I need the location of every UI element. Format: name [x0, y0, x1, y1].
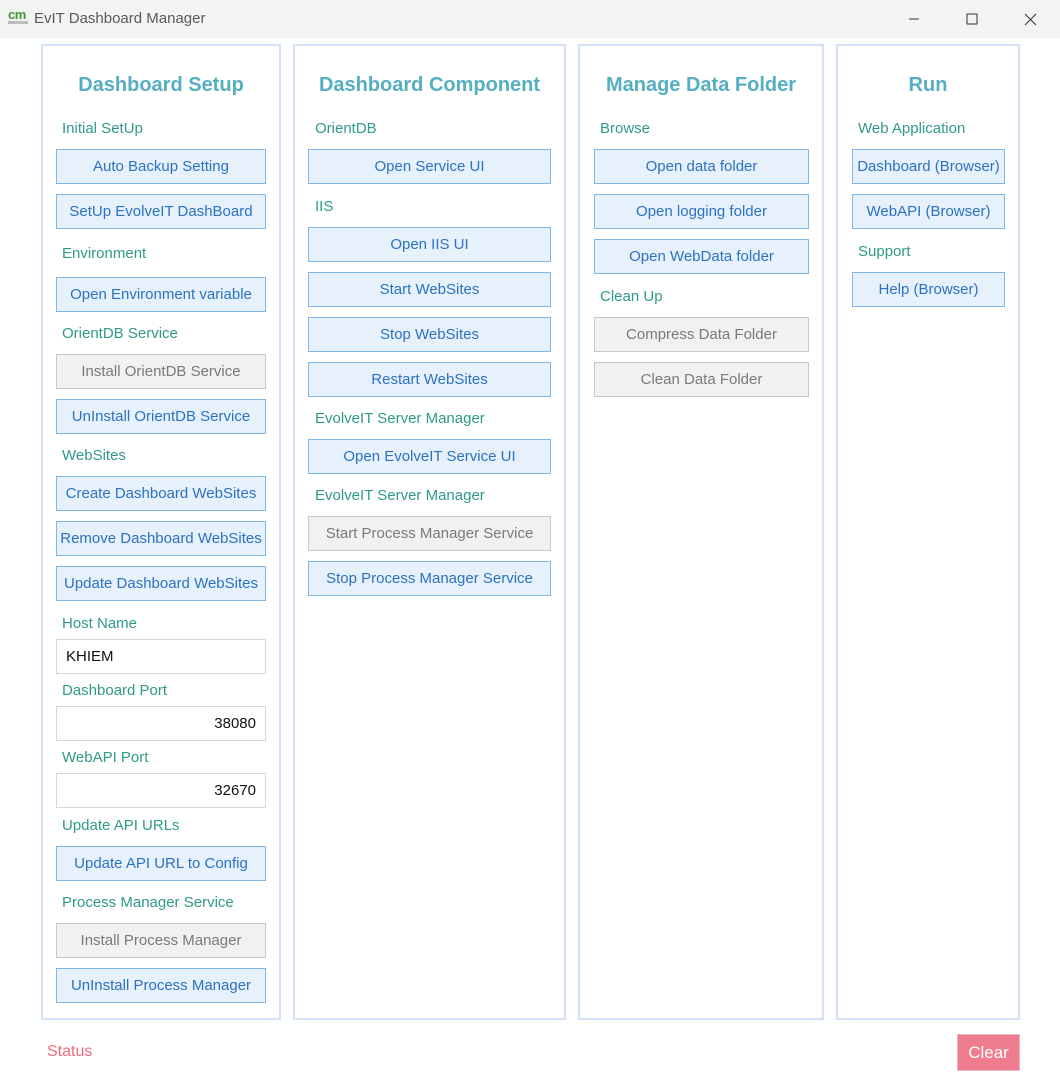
- auto-backup-button[interactable]: Auto Backup Setting: [56, 149, 266, 184]
- compress-data-folder-button[interactable]: Compress Data Folder: [594, 317, 809, 352]
- open-service-ui-button[interactable]: Open Service UI: [308, 149, 551, 184]
- section-label-evolveit-server-manager: EvolveIT Server Manager: [315, 410, 485, 427]
- install-process-manager-button[interactable]: Install Process Manager: [56, 923, 266, 958]
- close-icon: [1024, 13, 1036, 25]
- section-label-process-manager: Process Manager Service: [62, 894, 234, 911]
- webapi-browser-button[interactable]: WebAPI (Browser): [852, 194, 1005, 229]
- section-label-browse: Browse: [600, 120, 651, 137]
- maximize-icon: [966, 13, 978, 25]
- webapi-port-input[interactable]: [56, 773, 266, 808]
- update-api-url-button[interactable]: Update API URL to Config: [56, 846, 266, 881]
- section-label-host-name: Host Name: [62, 615, 138, 632]
- section-label-web-application: Web Application: [858, 120, 966, 137]
- section-label-evolveit-server-manager-2: EvolveIT Server Manager: [315, 487, 485, 504]
- clean-data-folder-button[interactable]: Clean Data Folder: [594, 362, 809, 397]
- start-process-manager-service-button[interactable]: Start Process Manager Service: [308, 516, 551, 551]
- open-logging-folder-button[interactable]: Open logging folder: [594, 194, 809, 229]
- section-label-support: Support: [858, 243, 911, 260]
- status-text: Status: [47, 1043, 93, 1060]
- section-label-initial-setup: Initial SetUp: [62, 120, 143, 137]
- app-logo-text: cm: [8, 7, 26, 22]
- minimize-icon: [909, 18, 919, 20]
- minimize-button[interactable]: [885, 0, 943, 38]
- remove-dashboard-websites-button[interactable]: Remove Dashboard WebSites: [56, 521, 266, 556]
- dashboard-setup-panel: Dashboard Setup Initial SetUp Auto Backu…: [41, 44, 281, 1020]
- run-panel: Run Web Application Dashboard (Browser) …: [836, 44, 1020, 1020]
- section-label-websites: WebSites: [62, 447, 126, 464]
- section-label-environment: Environment: [62, 245, 147, 262]
- panel-title: Run: [908, 74, 948, 96]
- window-title: EvIT Dashboard Manager: [34, 10, 206, 27]
- open-iis-ui-button[interactable]: Open IIS UI: [308, 227, 551, 262]
- open-data-folder-button[interactable]: Open data folder: [594, 149, 809, 184]
- restart-websites-button[interactable]: Restart WebSites: [308, 362, 551, 397]
- dashboard-component-panel: Dashboard Component OrientDB Open Servic…: [293, 44, 566, 1020]
- title-bar: cm EvIT Dashboard Manager: [0, 0, 1060, 38]
- update-dashboard-websites-button[interactable]: Update Dashboard WebSites: [56, 566, 266, 601]
- clear-button[interactable]: Clear: [957, 1034, 1020, 1071]
- stop-process-manager-service-button[interactable]: Stop Process Manager Service: [308, 561, 551, 596]
- section-label-update-api-urls: Update API URLs: [62, 817, 180, 834]
- open-webdata-folder-button[interactable]: Open WebData folder: [594, 239, 809, 274]
- host-name-input[interactable]: [56, 639, 266, 674]
- manage-data-folder-panel: Manage Data Folder Browse Open data fold…: [578, 44, 824, 1020]
- start-websites-button[interactable]: Start WebSites: [308, 272, 551, 307]
- section-label-dashboard-port: Dashboard Port: [62, 682, 168, 699]
- section-label-clean-up: Clean Up: [600, 288, 663, 305]
- maximize-button[interactable]: [943, 0, 1001, 38]
- uninstall-orientdb-service-button[interactable]: UnInstall OrientDB Service: [56, 399, 266, 434]
- section-label-orientdb-service: OrientDB Service: [62, 325, 178, 342]
- section-label-orientdb: OrientDB: [315, 120, 377, 137]
- close-button[interactable]: [1001, 0, 1059, 38]
- section-label-iis: IIS: [315, 198, 334, 215]
- stop-websites-button[interactable]: Stop WebSites: [308, 317, 551, 352]
- help-browser-button[interactable]: Help (Browser): [852, 272, 1005, 307]
- uninstall-process-manager-button[interactable]: UnInstall Process Manager: [56, 968, 266, 1003]
- open-evolveit-service-ui-button[interactable]: Open EvolveIT Service UI: [308, 439, 551, 474]
- install-orientdb-service-button[interactable]: Install OrientDB Service: [56, 354, 266, 389]
- dashboard-port-input[interactable]: [56, 706, 266, 741]
- create-dashboard-websites-button[interactable]: Create Dashboard WebSites: [56, 476, 266, 511]
- section-label-webapi-port: WebAPI Port: [62, 749, 149, 766]
- setup-dashboard-button[interactable]: SetUp EvolveIT DashBoard: [56, 194, 266, 229]
- panel-title: Dashboard Component: [318, 74, 541, 96]
- panel-title: Manage Data Folder: [605, 74, 797, 96]
- dashboard-browser-button[interactable]: Dashboard (Browser): [852, 149, 1005, 184]
- app-logo-icon: cm: [8, 7, 30, 28]
- panel-title: Dashboard Setup: [78, 74, 244, 96]
- open-environment-variable-button[interactable]: Open Environment variable: [56, 277, 266, 312]
